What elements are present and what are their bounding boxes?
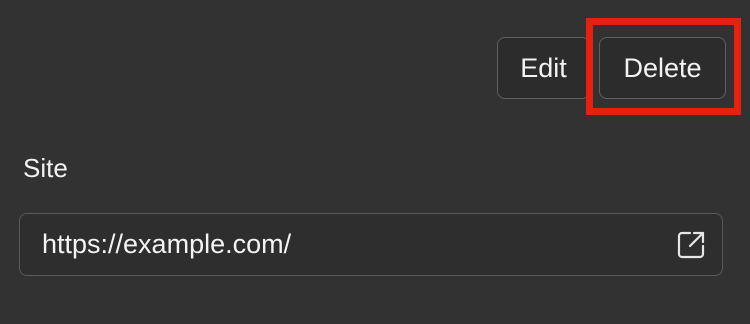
delete-button[interactable]: Delete [599, 37, 726, 99]
site-url-text[interactable]: https://example.com/ [42, 229, 291, 260]
edit-button[interactable]: Edit [497, 37, 590, 99]
external-link-icon[interactable] [676, 230, 706, 260]
delete-button-label: Delete [623, 52, 702, 83]
edit-button-label: Edit [520, 52, 567, 83]
site-label: Site [23, 153, 68, 183]
site-url-field: https://example.com/ [19, 213, 723, 276]
